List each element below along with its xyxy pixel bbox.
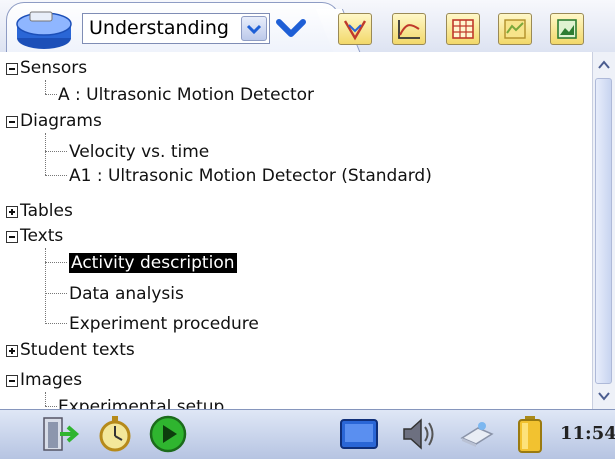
screen-icon[interactable] xyxy=(338,414,380,454)
mode-select-value: Understanding xyxy=(89,17,229,39)
exit-icon[interactable] xyxy=(40,414,80,454)
sensor-tool-icon xyxy=(343,20,367,41)
tree-node-texts[interactable]: Texts xyxy=(20,224,63,248)
tree-node-diagrams[interactable]: Diagrams xyxy=(20,109,102,133)
tree-item-activity-description[interactable]: Activity description xyxy=(69,251,237,275)
map-tool-button[interactable] xyxy=(498,13,532,45)
scroll-thumb[interactable] xyxy=(595,78,612,384)
student-texts-expander[interactable] xyxy=(6,345,18,357)
table-tool-button[interactable] xyxy=(446,13,480,45)
content-tree: Sensors A : Ultrasonic Motion Detector D… xyxy=(0,52,592,409)
tree-item-a1-detector[interactable]: A1 : Ultrasonic Motion Detector (Standar… xyxy=(69,164,432,188)
tables-expander[interactable] xyxy=(6,206,18,218)
mode-select[interactable]: Understanding xyxy=(82,13,270,44)
play-icon[interactable] xyxy=(148,414,188,454)
tree-item-velocity[interactable]: Velocity vs. time xyxy=(69,140,209,164)
mode-dropdown-arrow[interactable] xyxy=(241,16,267,41)
sensor-tool-button[interactable] xyxy=(338,13,372,45)
app-device-icon[interactable] xyxy=(14,8,74,50)
tree-item-data-analysis[interactable]: Data analysis xyxy=(69,282,184,306)
selected-item-label: Activity description xyxy=(69,253,237,273)
tree-node-tables[interactable]: Tables xyxy=(20,199,73,223)
graph-tool-button[interactable] xyxy=(392,13,426,45)
image-tool-button[interactable] xyxy=(550,13,584,45)
chevron-down-icon xyxy=(246,24,262,35)
scroll-down-icon[interactable] xyxy=(594,385,614,407)
texts-expander[interactable] xyxy=(6,231,18,243)
tree-item-experimental-setup[interactable]: Experimental setup xyxy=(58,395,224,409)
graph-tool-icon xyxy=(398,20,420,39)
scroll-up-icon[interactable] xyxy=(594,54,614,76)
network-icon[interactable] xyxy=(456,414,496,454)
map-tool-icon xyxy=(504,19,526,39)
tree-node-images[interactable]: Images xyxy=(20,368,82,392)
images-expander[interactable] xyxy=(6,375,18,387)
timer-icon[interactable] xyxy=(95,414,135,454)
speaker-icon[interactable] xyxy=(398,414,438,454)
tree-item-sensor-a[interactable]: A : Ultrasonic Motion Detector xyxy=(58,83,314,107)
tree-item-experiment-procedure[interactable]: Experiment procedure xyxy=(69,312,259,336)
table-tool-icon xyxy=(452,19,474,39)
clock: 11:54 xyxy=(560,423,615,444)
tree-node-student-texts[interactable]: Student texts xyxy=(20,338,135,362)
chevron-down-icon[interactable] xyxy=(275,16,307,40)
tree-node-sensors[interactable]: Sensors xyxy=(20,56,87,80)
top-toolbar: Understanding xyxy=(0,0,615,55)
battery-icon xyxy=(518,416,542,453)
taskbar: 11:54 xyxy=(0,409,615,459)
image-tool-icon xyxy=(557,19,577,39)
diagrams-expander[interactable] xyxy=(6,116,18,128)
sensors-expander[interactable] xyxy=(6,63,18,75)
vertical-scrollbar[interactable] xyxy=(592,52,615,409)
